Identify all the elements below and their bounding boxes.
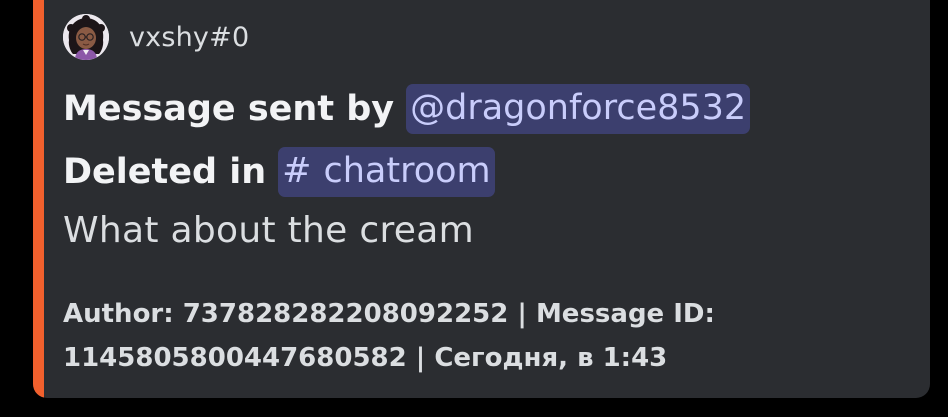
embed-description: What about the cream bbox=[63, 210, 474, 251]
channel-name: chatroom bbox=[323, 151, 491, 191]
sender-prefix: Message sent by bbox=[63, 89, 395, 129]
embed-title-line-channel: Deleted in # chatroom bbox=[63, 143, 495, 201]
avatar-icon[interactable] bbox=[63, 14, 109, 60]
channel-prefix: Deleted in bbox=[63, 152, 267, 192]
user-mention[interactable]: @dragonforce8532 bbox=[406, 84, 751, 134]
embed-accent-bar bbox=[33, 0, 44, 398]
channel-hash-icon: # bbox=[282, 151, 312, 191]
channel-mention[interactable]: # chatroom bbox=[278, 147, 495, 197]
embed-author: vxshy#0 bbox=[63, 13, 249, 61]
message-embed: vxshy#0 Message sent by @dragonforce8532… bbox=[33, 0, 930, 398]
embed-title-line-sender: Message sent by @dragonforce8532 bbox=[63, 80, 751, 138]
embed-footer: Author: 737828282208092252 | Message ID:… bbox=[63, 299, 715, 373]
author-name[interactable]: vxshy#0 bbox=[129, 22, 249, 53]
